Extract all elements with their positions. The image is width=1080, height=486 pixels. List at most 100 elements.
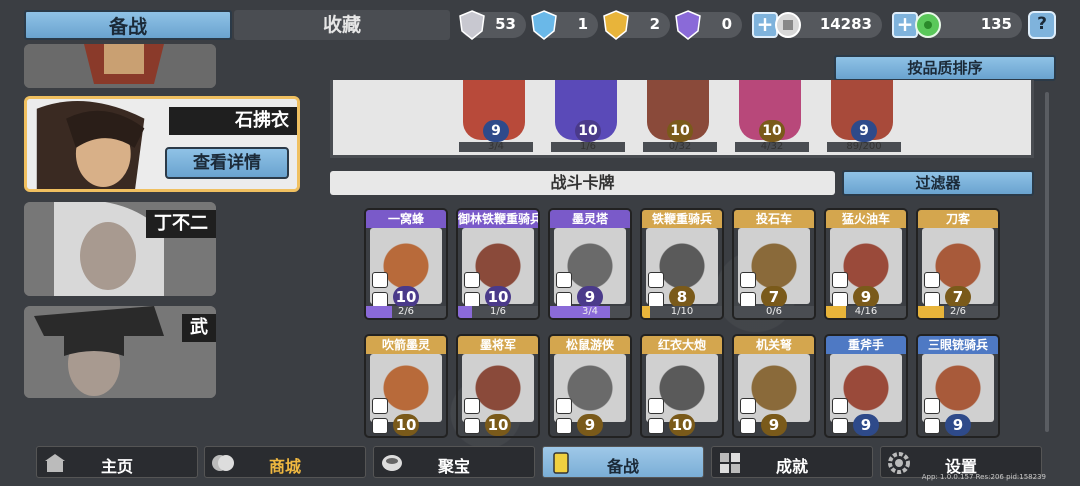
trait-icon [924, 272, 940, 288]
card-name: 墨灵塔 [550, 210, 630, 228]
scrollbar[interactable] [1045, 92, 1049, 432]
trait-icon [556, 418, 572, 434]
battle-card[interactable]: 铁鞭重骑兵 8 1/10 [640, 208, 724, 320]
nav-prepare[interactable]: 备战 [542, 446, 704, 478]
nav-treasure[interactable]: 聚宝 [373, 446, 535, 478]
card-level: 10 [485, 414, 511, 436]
nav-home[interactable]: 主页 [36, 446, 198, 478]
progress-fill [826, 306, 846, 318]
purple-shield-icon [675, 10, 701, 40]
progress-fill [458, 306, 472, 318]
battle-card[interactable]: 墨将军 10 [456, 334, 540, 438]
resource-purple: 0 [675, 10, 742, 40]
battle-card[interactable]: 墨灵塔 9 3/4 [548, 208, 632, 320]
battle-card[interactable]: 猛火油车 9 4/16 [824, 208, 908, 320]
jade-icon [915, 12, 941, 38]
card-name: 机关弩 [734, 336, 814, 354]
card-progress: 3/4 [550, 306, 630, 318]
nav-shop[interactable]: 商城 [204, 446, 366, 478]
trait-icon [464, 418, 480, 434]
bottom-nav: 主页 商城 聚宝 备战 成就 设置 [36, 446, 1046, 478]
progress-fill [642, 306, 650, 318]
card-level: 9 [577, 414, 603, 436]
hero-card-selected[interactable]: 石拂衣 查看详情 [24, 96, 300, 192]
hero-card-locked[interactable]: 丁不二 [24, 202, 216, 296]
view-details-button[interactable]: 查看详情 [165, 147, 289, 179]
battle-card[interactable]: 红衣大炮 10 [640, 334, 724, 438]
nav-achievements[interactable]: 成就 [711, 446, 873, 478]
trait-icon [832, 272, 848, 288]
battle-card[interactable]: 御林铁鞭重骑兵 10 1/6 [456, 208, 540, 320]
card-progress: 1/10 [642, 306, 722, 318]
progress-fill [918, 306, 945, 318]
hero-name: 武 [182, 314, 216, 342]
card-progress: 0/6 [734, 306, 814, 318]
resource-gold: 2 [603, 10, 670, 40]
deck-card[interactable]: 10 0/32 [641, 80, 719, 152]
card-name: 猛火油车 [826, 210, 906, 228]
card-name: 三眼铳骑兵 [918, 336, 998, 354]
card-level: 10 [759, 120, 785, 142]
card-name: 吹箭墨灵 [366, 336, 446, 354]
battle-card[interactable]: 投石车 7 0/6 [732, 208, 816, 320]
card-progress: 3/4 [459, 142, 533, 152]
card-level: 10 [393, 414, 419, 436]
hero-card-locked[interactable]: 武 [24, 306, 216, 398]
trait-icon [740, 418, 756, 434]
tab-prepare[interactable]: 备战 [24, 10, 232, 40]
deck-card[interactable]: 10 1/6 [549, 80, 627, 152]
card-progress: 0/32 [643, 142, 717, 152]
battle-card[interactable]: 吹箭墨灵 10 [364, 334, 448, 438]
filter-button[interactable]: 过滤器 [842, 170, 1034, 196]
trait-icon [648, 418, 664, 434]
version-text: App: 1.0.0.157 Res:206 pid:158239 [921, 473, 1046, 481]
card-level: 10 [667, 120, 693, 142]
trait-icon [372, 418, 388, 434]
trait-icon [464, 272, 480, 288]
card-name: 松鼠游侠 [550, 336, 630, 354]
resource-coins: 14283 [775, 12, 882, 38]
help-button[interactable]: ? [1028, 11, 1056, 39]
card-level: 9 [483, 120, 509, 142]
hero-card-partial[interactable] [24, 44, 216, 88]
progress-fill [550, 306, 610, 318]
deck-card[interactable]: 9 3/4 [457, 80, 535, 152]
card-level: 9 [853, 286, 879, 308]
card-name: 墨将军 [458, 336, 538, 354]
trait-icon [924, 418, 940, 434]
card-level: 10 [575, 120, 601, 142]
battle-card[interactable]: 重斧手 9 [824, 334, 908, 438]
card-level: 10 [393, 286, 419, 308]
battle-card[interactable]: 三眼铳骑兵 9 [916, 334, 1000, 438]
silver-shield-icon [459, 10, 485, 40]
top-bar: 备战 收藏 53 1 2 0 + 14283 + 135 ? [24, 10, 1056, 40]
card-progress: 4/16 [826, 306, 906, 318]
card-level: 9 [945, 414, 971, 436]
sort-by-quality-button[interactable]: 按品质排序 [834, 55, 1056, 81]
card-level: 9 [853, 414, 879, 436]
battle-cards-title: 战斗卡牌 [330, 171, 835, 195]
battle-card[interactable]: 松鼠游侠 9 [548, 334, 632, 438]
card-name: 铁鞭重骑兵 [642, 210, 722, 228]
battle-card[interactable]: 刀客 7 2/6 [916, 208, 1000, 320]
deck-card[interactable]: 10 4/32 [733, 80, 811, 152]
card-name: 御林铁鞭重骑兵 [458, 210, 538, 228]
card-name: 一窝蜂 [366, 210, 446, 228]
hero-name: 丁不二 [146, 210, 216, 238]
gold-shield-icon [603, 10, 629, 40]
battle-card[interactable]: 一窝蜂 10 2/6 [364, 208, 448, 320]
trait-icon [832, 418, 848, 434]
card-name: 刀客 [918, 210, 998, 228]
trait-icon [648, 272, 664, 288]
card-name: 投石车 [734, 210, 814, 228]
card-progress: 2/6 [366, 306, 446, 318]
battle-card[interactable]: 机关弩 9 [732, 334, 816, 438]
trait-icon [372, 272, 388, 288]
tab-collect[interactable]: 收藏 [234, 10, 450, 40]
trait-icon [556, 398, 572, 414]
card-progress: 89/200 [827, 142, 901, 152]
card-level: 7 [945, 286, 971, 308]
card-name: 重斧手 [826, 336, 906, 354]
deck-card[interactable]: 9 89/200 [825, 80, 903, 152]
hero-portrait [24, 44, 216, 88]
